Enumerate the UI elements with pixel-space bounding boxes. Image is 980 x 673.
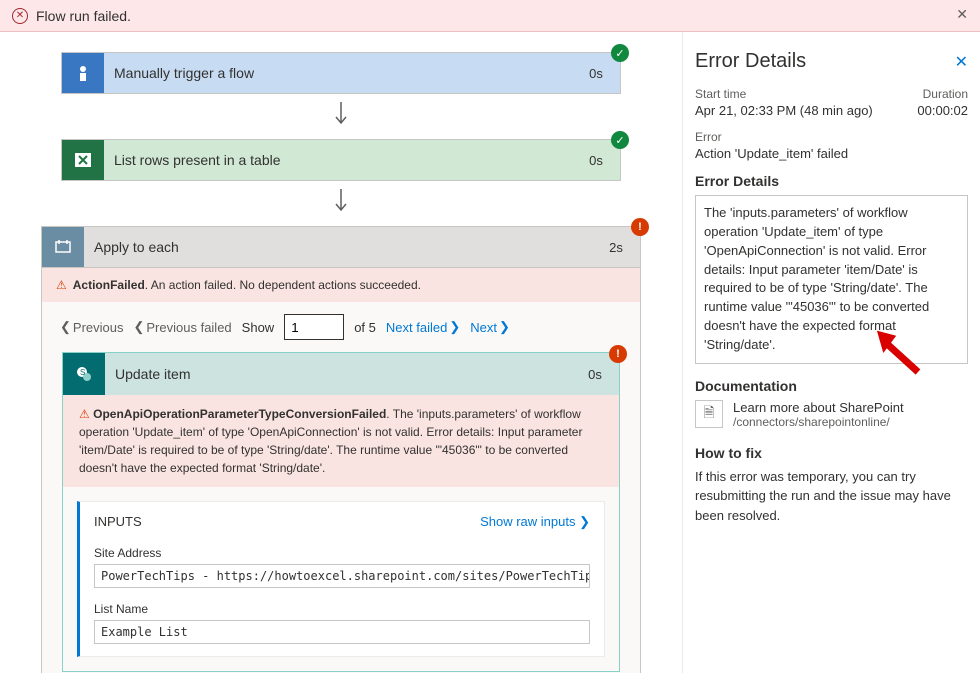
error-value: Action 'Update_item' failed	[695, 146, 968, 161]
step-title: Apply to each	[84, 227, 592, 267]
trigger-icon	[62, 53, 104, 93]
prev-button[interactable]: ❮ Previous	[60, 319, 123, 335]
next-button[interactable]: Next ❯	[470, 319, 510, 335]
error-label: Error	[695, 130, 968, 144]
list-name-value[interactable]: Example List	[94, 620, 590, 644]
success-badge-icon: ✓	[611, 44, 629, 62]
error-title: OpenApiOperationParameterTypeConversionF…	[93, 407, 386, 421]
list-name-label: List Name	[94, 602, 590, 616]
next-failed-button[interactable]: Next failed ❯	[386, 319, 460, 335]
svg-text:S: S	[80, 368, 85, 377]
error-banner: ✕ Flow run failed. ✕	[0, 0, 980, 32]
doc-icon: 🗎	[695, 400, 723, 428]
success-badge-icon: ✓	[611, 131, 629, 149]
arrow-icon	[0, 187, 682, 220]
show-label: Show	[242, 320, 275, 335]
step-title: List rows present in a table	[104, 140, 572, 180]
flow-canvas: Manually trigger a flow 0s ✓ List rows p…	[0, 32, 682, 673]
banner-text: Flow run failed.	[36, 8, 131, 24]
error-badge-icon: !	[609, 345, 627, 363]
page-input[interactable]	[284, 314, 344, 340]
arrow-icon	[0, 100, 682, 133]
pagination-row: ❮ Previous ❮ Previous failed Show of 5 N…	[42, 302, 640, 352]
apply-to-each-body: ⚠ ActionFailed. An action failed. No dep…	[41, 268, 641, 673]
site-address-value[interactable]: PowerTechTips - https://howtoexcel.share…	[94, 564, 590, 588]
step-title: Update item	[105, 353, 571, 395]
prev-failed-button[interactable]: ❮ Previous failed	[133, 319, 231, 335]
step-title: Manually trigger a flow	[104, 53, 572, 93]
step-trigger[interactable]: Manually trigger a flow 0s	[61, 52, 621, 94]
sharepoint-icon: S	[63, 353, 105, 395]
error-icon: ✕	[12, 8, 28, 24]
doc-path: /connectors/sharepointonline/	[733, 415, 904, 429]
warning-icon: ⚠	[56, 278, 67, 292]
panel-title: Error Details ✕	[695, 50, 968, 73]
close-icon[interactable]: ✕	[956, 6, 968, 23]
documentation-heading: Documentation	[695, 378, 968, 394]
start-time-label: Start time	[695, 87, 873, 101]
step-apply-to-each[interactable]: Apply to each 2s	[41, 226, 641, 268]
step-update-item: S Update item 0s ! ⚠ OpenApiOperationPar…	[62, 352, 620, 672]
error-title: ActionFailed	[73, 278, 145, 292]
inputs-heading: INPUTS	[94, 514, 142, 530]
action-failed-strip: ⚠ ActionFailed. An action failed. No dep…	[42, 268, 640, 302]
how-to-fix-heading: How to fix	[695, 445, 968, 461]
duration-label: Duration	[917, 87, 968, 101]
warning-icon: ⚠	[79, 407, 90, 421]
update-item-header[interactable]: S Update item 0s	[63, 353, 619, 395]
excel-icon	[62, 140, 104, 180]
pointer-annotation-icon	[873, 327, 923, 377]
error-text: . An action failed. No dependent actions…	[145, 278, 421, 292]
error-details-heading: Error Details	[695, 173, 968, 189]
error-badge-icon: !	[631, 218, 649, 236]
conversion-error-strip: ⚠ OpenApiOperationParameterTypeConversio…	[63, 395, 619, 487]
close-panel-icon[interactable]: ✕	[955, 52, 968, 72]
step-excel[interactable]: List rows present in a table 0s	[61, 139, 621, 181]
error-details-box[interactable]: The 'inputs.parameters' of workflow oper…	[695, 195, 968, 364]
show-raw-inputs-link[interactable]: Show raw inputs ❯	[480, 514, 590, 530]
duration-value: 00:00:02	[917, 103, 968, 118]
how-to-fix-text: If this error was temporary, you can try…	[695, 467, 968, 526]
site-address-label: Site Address	[94, 546, 590, 560]
doc-link[interactable]: Learn more about SharePoint	[733, 400, 904, 415]
loop-icon	[42, 227, 84, 267]
start-time-value: Apr 21, 02:33 PM (48 min ago)	[695, 103, 873, 118]
inputs-panel: INPUTS Show raw inputs ❯ Site Address Po…	[77, 501, 605, 657]
of-label: of 5	[354, 320, 376, 335]
error-details-panel: Error Details ✕ Start time Apr 21, 02:33…	[682, 32, 980, 673]
